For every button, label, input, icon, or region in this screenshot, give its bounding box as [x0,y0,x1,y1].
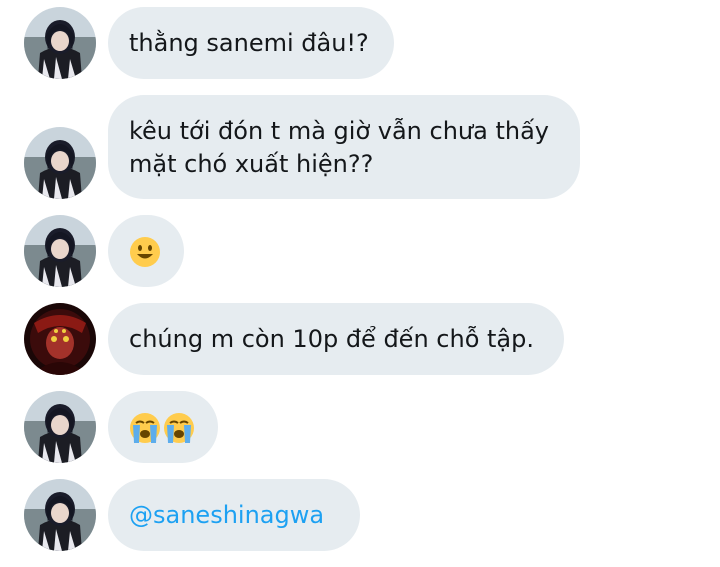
message-bubble: @saneshinagwa [108,479,360,551]
user-avatar[interactable] [24,7,96,79]
avatar-image [24,479,96,551]
user-avatar[interactable] [24,215,96,287]
mention-link[interactable]: @saneshinagwa [129,499,338,532]
message-row [0,391,720,463]
avatar-image [24,127,96,199]
user-avatar[interactable] [24,303,96,375]
message-bubble [108,215,184,287]
avatar-image [24,303,96,375]
message-bubble: kêu tới đón t mà giờ vẫn chưa thấy mặt c… [108,95,580,199]
message-row: kêu tới đón t mà giờ vẫn chưa thấy mặt c… [0,95,720,199]
message-row [0,215,720,287]
message-text: thằng sanemi đâu!? [129,29,369,57]
message-row: @saneshinagwa [0,479,720,551]
message-text: mặt chó xuất hiện?? [129,150,374,178]
user-avatar[interactable] [24,127,96,199]
loudly-crying-face-emoji [129,412,161,444]
user-avatar[interactable] [24,479,96,551]
avatar-image [24,215,96,287]
message-bubble: chúng m còn 10p để đến chỗ tập. [108,303,564,375]
message-text: kêu tới đón t mà giờ vẫn chưa thấy [129,117,549,145]
message-row: thằng sanemi đâu!? [0,7,720,79]
avatar-image [24,391,96,463]
message-bubble [108,391,218,463]
message-text: chúng m còn 10p để đến chỗ tập. [129,325,534,353]
loudly-crying-face-emoji [163,412,195,444]
message-row: chúng m còn 10p để đến chỗ tập. [0,303,720,375]
user-avatar[interactable] [24,391,96,463]
avatar-image [24,7,96,79]
smiling-face-emoji [129,236,161,268]
message-bubble: thằng sanemi đâu!? [108,7,394,79]
